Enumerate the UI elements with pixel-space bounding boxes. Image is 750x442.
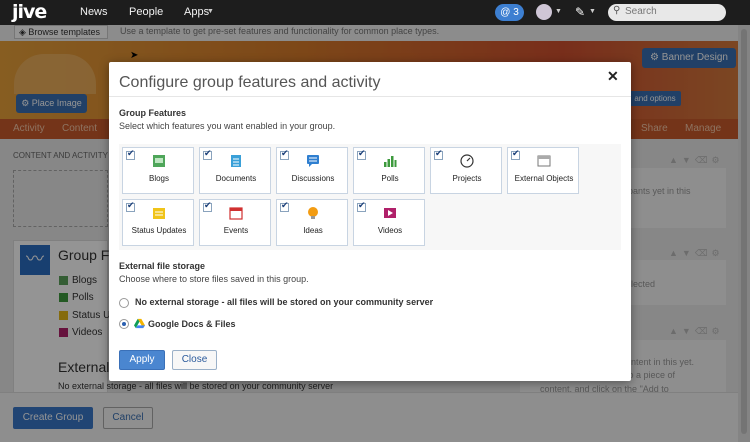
configure-features-dialog: Configure group features and activity ✕ … xyxy=(109,62,631,381)
feature-tile-ideas[interactable]: Ideas xyxy=(276,199,348,246)
status-update-icon xyxy=(123,206,195,222)
search-input[interactable]: ⚲ Search xyxy=(608,4,726,21)
poll-icon xyxy=(354,154,426,170)
radio-label-no-storage[interactable]: No external storage - all files will be … xyxy=(135,297,433,307)
radio-no-external-storage[interactable] xyxy=(119,298,129,308)
close-icon[interactable]: ✕ xyxy=(607,68,619,85)
feature-label: Status Updates xyxy=(131,226,187,235)
jive-logo[interactable]: jive xyxy=(12,1,47,23)
feature-label: Blogs xyxy=(148,174,169,183)
storage-heading: External file storage xyxy=(119,261,206,271)
feature-tile-videos[interactable]: Videos xyxy=(353,199,425,246)
nav-apps[interactable]: Apps xyxy=(184,6,209,18)
apply-button[interactable]: Apply xyxy=(119,350,165,370)
feature-label: Documents xyxy=(215,174,257,183)
feature-tile-polls[interactable]: Polls xyxy=(353,147,425,194)
google-drive-icon xyxy=(134,318,145,329)
calendar-icon xyxy=(200,206,272,222)
video-icon xyxy=(354,206,426,222)
chevron-down-icon: ▼ xyxy=(207,8,214,15)
search-icon: ⚲ xyxy=(613,5,621,16)
top-nav: jive News People Apps ▼ @ 3 ▼ ✎ ▼ ⚲ Sear… xyxy=(0,0,750,25)
at-icon: @ xyxy=(500,7,514,18)
mentions-count: 3 xyxy=(513,7,519,18)
document-icon xyxy=(200,154,272,170)
feature-label: Polls xyxy=(381,174,399,183)
storage-subtext: Choose where to store files saved in thi… xyxy=(119,274,309,284)
features-subtext: Select which features you want enabled i… xyxy=(119,121,336,131)
feature-tile-blogs[interactable]: Blogs xyxy=(122,147,194,194)
feature-grid: Blogs Documents Discussions Polls Projec… xyxy=(119,144,621,250)
feature-tile-projects[interactable]: Projects xyxy=(430,147,502,194)
feature-tile-status-updates[interactable]: Status Updates xyxy=(122,199,194,246)
search-placeholder: Search xyxy=(625,6,657,17)
feature-label: Videos xyxy=(377,226,403,235)
feature-label: Ideas xyxy=(303,226,323,235)
close-button[interactable]: Close xyxy=(172,350,217,370)
mentions-badge[interactable]: @ 3 xyxy=(495,4,524,21)
features-heading: Group Features xyxy=(119,108,187,118)
blog-icon xyxy=(123,154,195,170)
chevron-down-icon[interactable]: ▼ xyxy=(555,8,562,15)
idea-icon xyxy=(277,206,349,222)
feature-label: External Objects xyxy=(514,174,574,183)
radio-label-google-docs[interactable]: Google Docs & Files xyxy=(148,319,236,329)
external-object-icon xyxy=(508,154,580,170)
discussion-icon xyxy=(277,154,349,170)
feature-tile-discussions[interactable]: Discussions xyxy=(276,147,348,194)
feature-label: Events xyxy=(223,226,249,235)
feature-tile-documents[interactable]: Documents xyxy=(199,147,271,194)
nav-people[interactable]: People xyxy=(129,6,163,18)
feature-tile-events[interactable]: Events xyxy=(199,199,271,246)
project-icon xyxy=(431,154,503,170)
radio-google-docs[interactable] xyxy=(119,319,129,329)
avatar[interactable] xyxy=(536,4,552,20)
feature-tile-external-objects[interactable]: External Objects xyxy=(507,147,579,194)
feature-label: Discussions xyxy=(291,174,335,183)
divider xyxy=(109,96,631,97)
dialog-title: Configure group features and activity xyxy=(119,74,381,91)
pencil-icon[interactable]: ✎ xyxy=(575,5,585,19)
nav-news[interactable]: News xyxy=(80,6,108,18)
mouse-cursor-icon: ➤ xyxy=(130,50,139,61)
chevron-down-icon[interactable]: ▼ xyxy=(589,8,596,15)
feature-label: Projects xyxy=(452,174,482,183)
